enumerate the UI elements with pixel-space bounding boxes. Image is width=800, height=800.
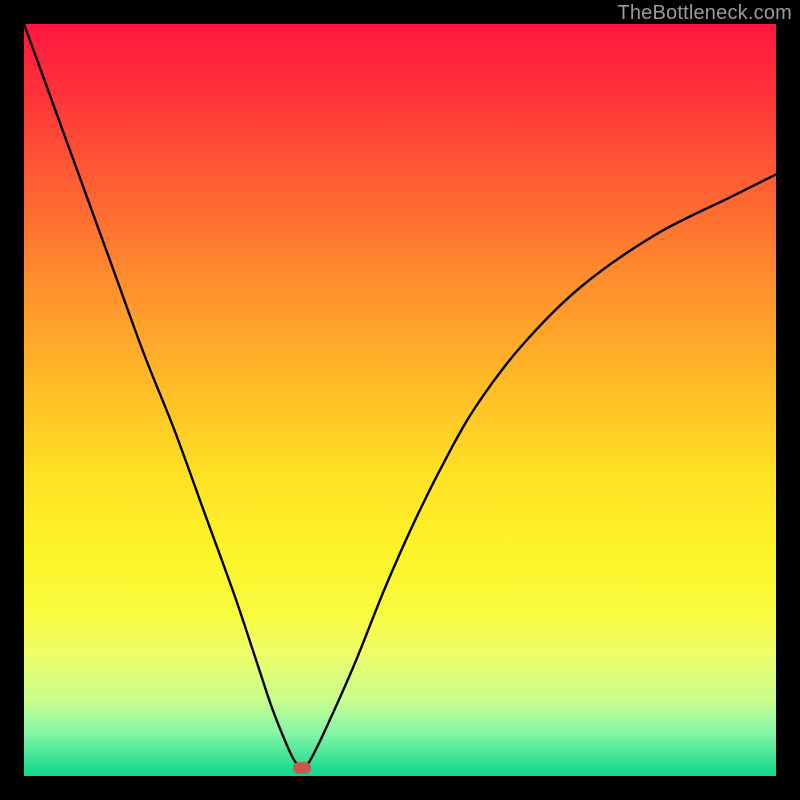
bottleneck-curve (24, 24, 776, 776)
optimal-point-marker (293, 762, 311, 774)
attribution-text: TheBottleneck.com (617, 2, 792, 25)
chart-plot-area (24, 24, 776, 776)
